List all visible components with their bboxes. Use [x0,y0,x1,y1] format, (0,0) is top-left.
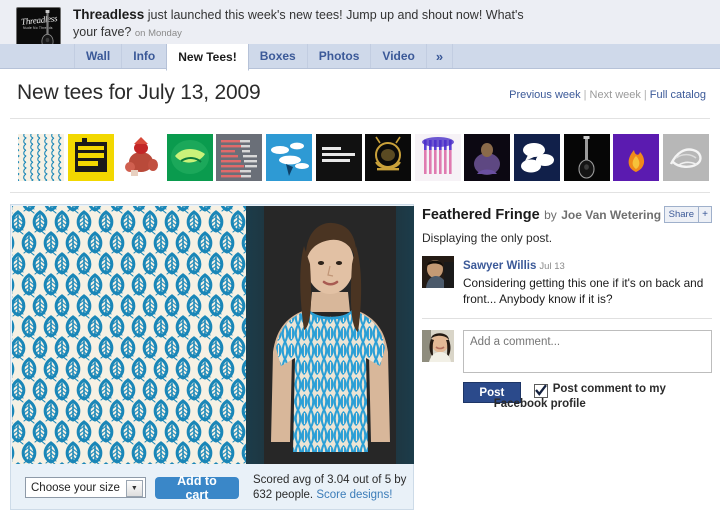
model-photo[interactable] [246,206,414,464]
commenter-avatar-graphic [422,256,454,288]
thumbnail-purple-figure[interactable] [464,134,510,181]
tab-new-tees[interactable]: New Tees! [166,44,249,71]
design-image[interactable] [12,206,246,464]
thumbnail-purple-flame[interactable] [613,134,659,181]
tab-more-chevron-icon[interactable]: » [425,44,454,68]
comment-text: Considering getting this one if it's on … [463,276,704,306]
post-to-facebook-checkbox[interactable] [533,384,548,398]
post-to-facebook-label: Post comment to my Facebook profile [494,382,712,412]
nav-separator-2: | [643,89,647,101]
thumbnail-black-guitar[interactable] [564,134,610,181]
composer-actions: Post Post comment to my Facebook profile [463,382,712,412]
design-author[interactable]: Joe Van Wetering [561,208,661,222]
design-heading: Feathered Fringe by Joe Van Wetering Sha… [422,206,712,226]
checkmark-icon [534,384,547,396]
thumbnail-red-squirrel-rider[interactable] [117,134,163,181]
tab-boxes[interactable]: Boxes [247,44,308,68]
comment-panel: Feathered Fringe by Joe Van Wetering Sha… [422,206,712,412]
commenter-name[interactable]: Sawyer Willis [463,260,536,272]
comment-item: Sawyer Willis Jul 13 Considering getting … [422,256,712,307]
divider-comment [422,318,712,319]
week-navigation: Previous week | Next week | Full catalog [509,89,706,101]
add-to-cart-button[interactable]: Add to cart [154,474,239,502]
share-label: Share [668,209,694,220]
comment-body: Sawyer Willis Jul 13 Considering getting … [463,256,712,307]
share-button[interactable]: Share + [663,206,712,223]
model-wearing-tee-graphic [246,206,414,464]
tab-wall[interactable]: Wall [74,44,123,68]
tab-video[interactable]: Video [370,44,427,68]
score-summary: Scored avg of 3.04 out of 5 by 632 peopl… [253,473,413,503]
page-title: New tees for July 13, 2009 [17,81,261,104]
thumbnail-blue-clouds[interactable] [266,134,312,181]
comment-composer [422,330,712,373]
size-select[interactable]: Choose your size ▼ [25,477,146,498]
thumbnail-pink-columns[interactable] [415,134,461,181]
purchase-bar: Choose your size ▼ Add to cart Scored av… [11,465,413,510]
post-header: Threadless Nude No Threads Threadless ju… [0,0,720,52]
title-row: New tees for July 13, 2009 Previous week… [0,70,720,118]
post-message: Threadless just launched this week's new… [73,7,543,42]
thumbnail-feathered-fringe[interactable] [18,134,64,181]
thumbnail-grey-scribble[interactable] [663,134,709,181]
comment-input[interactable] [463,330,712,373]
tab-info[interactable]: Info [121,44,168,68]
product-panel: Choose your size ▼ Add to cart Scored av… [10,204,414,510]
by-label: by [544,208,557,222]
facebook-page-app: Threadless Nude No Threads Threadless ju… [0,0,720,520]
score-designs-link[interactable]: Score designs! [316,489,392,501]
checkbox-label-line-1: Post comment to my [552,383,666,395]
thumbnail-navy-speech-bubbles[interactable] [514,134,560,181]
brand-name[interactable]: Threadless [73,7,144,22]
tab-bar: Wall Info New Tees! Boxes Photos Video » [0,44,720,71]
tab-photos[interactable]: Photos [306,44,372,68]
nav-separator-1: | [583,89,587,101]
current-user-avatar[interactable] [422,330,454,362]
score-line-2: 632 people. [253,488,314,501]
full-catalog-link[interactable]: Full catalog [650,89,706,101]
divider-top [10,118,710,119]
checkbox-label-line-2: Facebook profile [493,398,586,410]
thumbnail-yellow-building[interactable] [68,134,114,181]
share-plus-icon[interactable]: + [698,207,711,222]
thumbnail-strip [0,128,720,190]
design-title: Feathered Fringe [422,207,540,223]
score-line-1: Scored avg of 3.04 out of 5 by [253,473,407,486]
previous-week-link[interactable]: Previous week [509,89,581,101]
thumbnail-gold-crest[interactable] [365,134,411,181]
divider-strip [10,192,710,193]
thumbnail-green-globe[interactable] [167,134,213,181]
post-timestamp: on Monday [134,27,182,39]
next-week-link[interactable]: Next week [590,89,641,101]
size-select-value: Choose your size [31,481,120,494]
current-user-avatar-graphic [422,330,454,362]
feather-pattern-graphic [12,206,246,464]
thumbnail-grey-lines[interactable] [216,134,262,181]
thumbnail-oldest-ive-ever-been[interactable] [316,134,362,181]
chevron-down-icon[interactable]: ▼ [125,480,143,497]
displaying-status: Displaying the only post. [422,231,553,245]
commenter-avatar[interactable] [422,256,454,288]
comment-date: Jul 13 [539,261,565,272]
